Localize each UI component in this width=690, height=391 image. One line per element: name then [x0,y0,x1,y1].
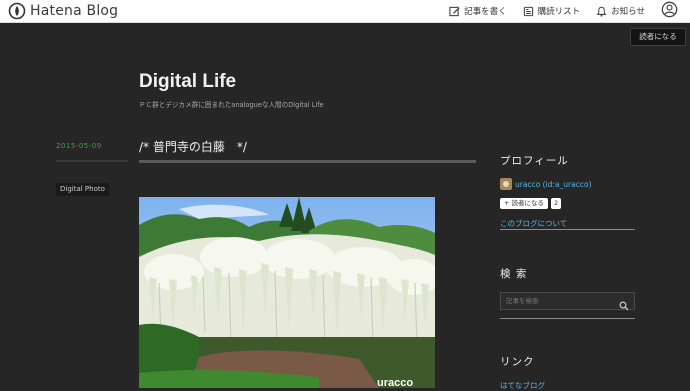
entry-title[interactable]: /* 普門寺の白藤 */ [139,138,247,155]
notifications-link[interactable]: お知らせ [596,5,645,17]
write-article-label: 記事を書く [464,7,507,17]
search-button[interactable] [619,296,629,315]
search-heading: 検 索 [500,268,528,280]
logo-text: Hatena Blog [30,3,119,19]
reading-list-link[interactable]: 購読リスト [523,5,581,17]
link-item-hatena-blog[interactable]: はてなブログ [500,380,545,391]
user-avatar-icon [661,1,678,17]
entry-photo: uracco [139,197,435,388]
profile-divider [500,229,635,230]
user-menu-button[interactable] [661,1,678,22]
search-icon [619,301,629,311]
hatena-top-bar: Hatena Blog 記事を書く 購読リスト お知らせ [0,0,690,23]
wisteria-photo: uracco [139,197,435,388]
profile-row[interactable]: uracco (id:a_uracco) [500,178,592,190]
svg-text:uracco: uracco [377,377,413,388]
profile-name[interactable]: uracco (id:a_uracco) [515,180,592,189]
reading-list-label: 購読リスト [537,7,581,17]
search-box [500,292,635,311]
entry-date[interactable]: 2015-05-09 [56,142,102,150]
reading-list-icon [523,6,533,16]
blog-title[interactable]: Digital Life [139,71,236,93]
follow-row: + 読者になる 2 [500,198,562,209]
entry-title-divider [139,160,476,163]
follower-count[interactable]: 2 [551,198,562,209]
top-nav: 記事を書く 購読リスト お知らせ [449,0,690,22]
bell-icon [596,6,607,17]
pencil-icon [449,6,460,16]
write-article-link[interactable]: 記事を書く [449,5,507,17]
search-input[interactable] [501,293,618,309]
subscribe-button[interactable]: 読者になる [630,28,686,46]
profile-avatar[interactable] [500,178,512,190]
hatena-blog-logo[interactable]: Hatena Blog [8,2,118,20]
links-heading: リンク [500,356,535,368]
notifications-label: お知らせ [611,7,645,17]
hatena-logo-icon [8,2,26,20]
category-tag[interactable]: Digital Photo [56,183,109,196]
about-blog-link[interactable]: このブログについて [500,218,567,229]
profile-heading: プロフィール [500,155,569,167]
blog-description: ＰＣ群とデジカメ群に囲まれたanalogueな人間のDigital Life [139,101,324,109]
follow-button[interactable]: + 読者になる [500,198,549,209]
date-divider [56,160,128,162]
search-divider [500,318,635,319]
